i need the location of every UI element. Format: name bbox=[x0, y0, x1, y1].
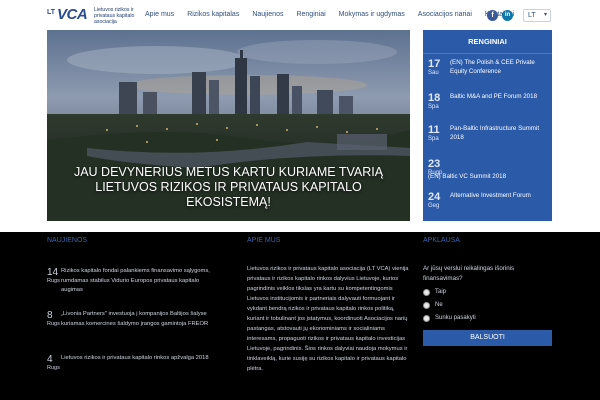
social-links: f in bbox=[487, 10, 513, 21]
header: LT VCA Lietuvos rizikos ir privataus kap… bbox=[0, 0, 600, 30]
hero-banner: JAU DEVYNERIUS METUS KARTU KURIAME TVARI… bbox=[47, 30, 410, 221]
event-title: Alternative Investment Forum bbox=[450, 192, 531, 199]
poll-option-label: Taip bbox=[435, 289, 447, 295]
poll-heading: APKLAUSA bbox=[423, 237, 460, 244]
news-title: Rizikos kapitalo fondai palankiems finan… bbox=[61, 268, 210, 293]
event-day: 11 bbox=[428, 124, 440, 136]
nav-item-mokymas[interactable]: Mokymas ir ugdymas bbox=[339, 11, 405, 23]
poll-option-label: Ne bbox=[435, 302, 443, 308]
news-day: 8 bbox=[47, 310, 53, 321]
nav-item-rizikos-kapitalas[interactable]: Rizikos kapitalas bbox=[187, 11, 239, 23]
event-month: Sau bbox=[428, 70, 439, 76]
chevron-down-icon: ▾ bbox=[543, 12, 547, 18]
nav-item-apie-mus[interactable]: Apie mus bbox=[145, 11, 174, 23]
event-title: (EN) The Polish & CEE Private Equity Con… bbox=[450, 59, 535, 75]
poll-question: Ar jūsų verslui reikalingas išorinis fin… bbox=[423, 265, 515, 282]
about-text: Lietuvos rizikos ir privataus kapitalo a… bbox=[247, 266, 409, 372]
news-title: Lietuvos rizikos ir privataus kapitalo r… bbox=[61, 355, 209, 361]
main-nav: Apie mus Rizikos kapitalas Naujienos Ren… bbox=[145, 11, 527, 23]
logo[interactable]: LT VCA Lietuvos rizikos ir privataus kap… bbox=[47, 6, 137, 26]
news-item[interactable]: 8 Rugs „Livonia Partners" investuoja į k… bbox=[47, 310, 217, 340]
event-title: Pan-Baltic Infrastructure Summit 2018 bbox=[450, 125, 540, 141]
about-heading: APIE MUS bbox=[247, 237, 281, 244]
news-day: 14 bbox=[47, 267, 59, 278]
linkedin-icon[interactable]: in bbox=[502, 10, 513, 21]
news-item[interactable]: 4 Rugs Lietuvos rizikos ir privataus kap… bbox=[47, 354, 217, 376]
event-title: Baltic M&A and PE Forum 2018 bbox=[450, 93, 538, 100]
hero-caption: JAU DEVYNERIUS METUS KARTU KURIAME TVARI… bbox=[73, 165, 384, 209]
poll-option-sunku[interactable]: Sunku pasakyti bbox=[423, 314, 553, 324]
event-month: Spa bbox=[428, 136, 439, 142]
news-title: „Livonia Partners" investuoja į kompanij… bbox=[61, 311, 209, 327]
news-month: Rugs bbox=[47, 278, 60, 284]
event-month: Spa bbox=[428, 104, 439, 110]
radio-button[interactable] bbox=[423, 289, 430, 296]
page: LT VCA Lietuvos rizikos ir privataus kap… bbox=[0, 0, 600, 400]
events-panel: RENGINIAI 17 Sau (EN) The Polish & CEE P… bbox=[423, 30, 552, 221]
facebook-icon[interactable]: f bbox=[487, 10, 498, 21]
event-day: 24 bbox=[428, 191, 441, 203]
news-month: Rugs bbox=[47, 365, 60, 371]
logo-vca: VCA bbox=[57, 6, 88, 23]
event-title: (EN) Baltic VC Summit 2018 bbox=[428, 173, 507, 180]
nav-item-renginiai[interactable]: Renginiai bbox=[296, 11, 325, 23]
event-day: 18 bbox=[428, 92, 441, 104]
poll-option-ne[interactable]: Ne bbox=[423, 301, 553, 311]
news-item[interactable]: 14 Rugs Rizikos kapitalo fondai palankie… bbox=[47, 267, 217, 297]
language-select[interactable]: LT ▾ bbox=[523, 9, 551, 22]
event-day: 23 bbox=[428, 158, 441, 170]
poll-option-taip[interactable]: Taip bbox=[423, 288, 553, 298]
event-day: 17 bbox=[428, 58, 441, 70]
event-month: Geg bbox=[428, 203, 440, 209]
news-day: 4 bbox=[47, 354, 53, 365]
radio-button[interactable] bbox=[423, 315, 430, 322]
nav-item-naujienos[interactable]: Naujienos bbox=[252, 11, 283, 23]
logo-lt: LT bbox=[47, 9, 56, 16]
news-month: Rugs bbox=[47, 321, 60, 327]
language-selected: LT bbox=[528, 12, 536, 19]
events-title: RENGINIAI bbox=[423, 30, 552, 54]
news-heading: NAUJIENOS bbox=[47, 237, 88, 244]
bottom-section: NAUJIENOS APIE MUS APKLAUSA 14 Rugs Rizi… bbox=[0, 232, 600, 400]
poll-option-label: Sunku pasakyti bbox=[435, 315, 476, 321]
radio-button[interactable] bbox=[423, 302, 430, 309]
logo-subtitle: Lietuvos rizikos ir privataus kapitalo a… bbox=[94, 7, 135, 25]
nav-item-asociacijos-nariai[interactable]: Asociacijos nariai bbox=[418, 11, 472, 23]
vote-button[interactable]: BALSUOTI bbox=[423, 330, 552, 346]
